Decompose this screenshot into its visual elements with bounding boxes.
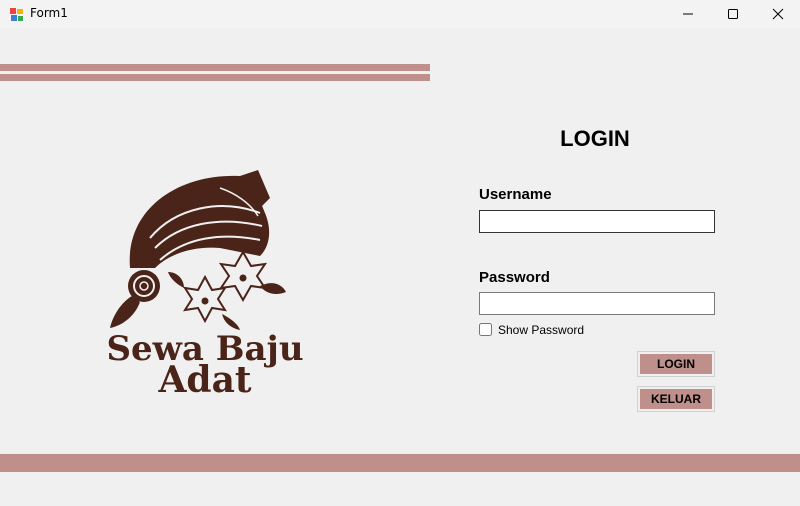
title-bar: Form1: [0, 0, 800, 28]
login-button[interactable]: LOGIN: [637, 351, 715, 377]
headwrap-with-flowers-logo: Sewa Baju: [106, 170, 304, 369]
close-button[interactable]: [755, 0, 800, 28]
maximize-button[interactable]: [710, 0, 756, 28]
username-input[interactable]: [479, 210, 715, 233]
logo-text-line2: Adat: [158, 359, 252, 401]
top-stripe: [0, 64, 430, 71]
sewa-baju-adat-logo: Sewa Baju Adat: [100, 168, 310, 400]
close-icon: [772, 8, 784, 20]
bottom-stripe: [0, 454, 800, 472]
password-input[interactable]: [479, 292, 715, 315]
username-label: Username: [479, 186, 552, 203]
top-stripe: [0, 74, 430, 81]
show-password-checkbox[interactable]: [479, 323, 492, 336]
password-label: Password: [479, 269, 550, 286]
login-title: LOGIN: [560, 126, 630, 151]
form-client-area: Sewa Baju Adat LOGIN Username Password S…: [0, 28, 800, 506]
exit-button[interactable]: KELUAR: [637, 386, 715, 412]
maximize-icon: [728, 9, 738, 19]
window-title: Form1: [30, 6, 68, 20]
app-icon[interactable]: [10, 7, 24, 21]
minimize-icon: [683, 13, 693, 15]
minimize-button[interactable]: [665, 0, 711, 28]
show-password-label[interactable]: Show Password: [498, 323, 584, 337]
